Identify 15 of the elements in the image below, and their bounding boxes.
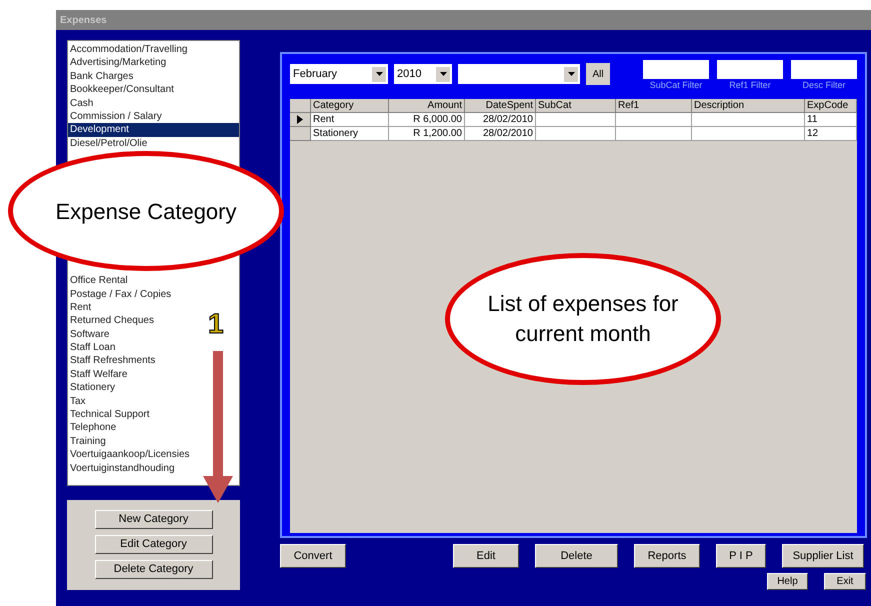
table-cell: Rent bbox=[311, 113, 389, 127]
table-cell: 12 bbox=[805, 127, 857, 141]
filter-label: Ref1 Filter bbox=[729, 79, 771, 92]
filter-label: Desc Filter bbox=[802, 79, 846, 92]
window-title: Expenses bbox=[60, 14, 107, 28]
callout-text: List of expenses for current month bbox=[486, 290, 680, 348]
table-cell: Stationery bbox=[311, 127, 389, 141]
table-cell: 28/02/2010 bbox=[465, 127, 536, 141]
callout-text: Expense Category bbox=[56, 198, 236, 226]
table-cell: R 1,200.00 bbox=[389, 127, 465, 141]
filter-label: SubCat Filter bbox=[650, 79, 702, 92]
table-cell: R 6,000.00 bbox=[389, 113, 465, 127]
table-cell: 28/02/2010 bbox=[465, 113, 536, 127]
step-number: 1 bbox=[208, 309, 224, 339]
table-cell: 11 bbox=[805, 113, 857, 127]
